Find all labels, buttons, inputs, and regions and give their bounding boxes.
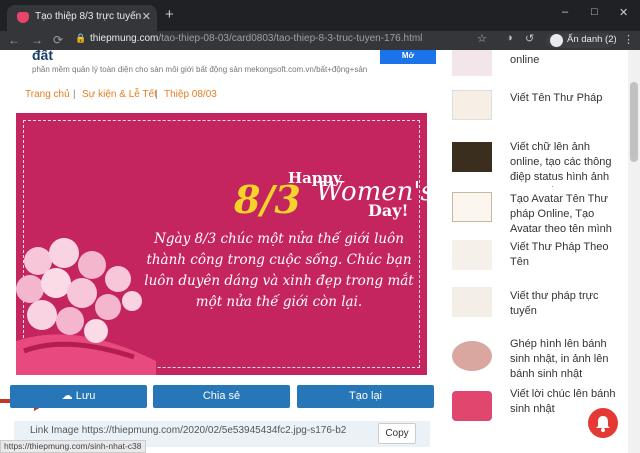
close-window-button[interactable]: ✕	[619, 6, 628, 19]
lock-icon: 🔒	[75, 33, 87, 43]
sidebar-item-label: Viết Thư Pháp Theo Tên	[510, 241, 609, 268]
sidebar-thumb	[452, 341, 492, 371]
history-icon[interactable]: ↺	[525, 32, 534, 45]
browser-tab[interactable]: Tạo thiệp 8/3 trực tuyến ✕	[7, 5, 157, 31]
sidebar-thumb	[452, 90, 492, 120]
tab-close-icon[interactable]: ✕	[142, 10, 151, 23]
cloud-download-icon: ☁	[61, 390, 73, 402]
card-day-text: Day!	[368, 201, 409, 220]
new-tab-button[interactable]: +	[165, 7, 174, 22]
sidebar-thumb	[452, 192, 492, 222]
sidebar-item-label: online	[510, 54, 540, 66]
browser-titlebar: Tạo thiệp 8/3 trực tuyến ✕ + – □ ✕	[0, 0, 640, 31]
image-link-text: Link Image https://thiepmung.com/2020/02…	[30, 425, 347, 436]
share-button-label: Chia sẻ	[202, 390, 241, 402]
incognito-icon	[550, 34, 563, 47]
sidebar-item-label: Viết chữ lên ảnh online, tạo các thông đ…	[510, 141, 612, 187]
notification-bell-button[interactable]	[588, 408, 618, 438]
ad-open-button[interactable]: Mở	[380, 50, 436, 64]
profile-label: Ẩn danh (2)	[567, 34, 617, 45]
save-button-label: Lưu	[75, 390, 96, 402]
maximize-button[interactable]: □	[591, 6, 598, 18]
incognito-profile-button[interactable]: Ẩn danh (2)	[546, 33, 617, 48]
forward-icon[interactable]: →	[31, 31, 43, 49]
greeting-card-image: Happy Women's Day! 8/3 Ngày 8/3 chúc một…	[16, 113, 534, 453]
sidebar-item-label: Tạo Avatar Tên Thư pháp Online, Tạo Avat…	[510, 193, 612, 235]
card-date-text: 8/3	[234, 177, 301, 222]
breadcrumb-current[interactable]: Thiệp 08/03	[164, 89, 217, 100]
copy-button[interactable]: Copy	[378, 423, 416, 444]
back-icon[interactable]: ←	[8, 31, 20, 49]
recreate-button-label: Tạo lại	[348, 390, 383, 402]
bell-icon	[596, 416, 610, 432]
status-bar-url: https://thiepmung.com/sinh-nhat-c38	[0, 440, 146, 453]
recreate-button[interactable]: Tạo lại	[297, 385, 434, 408]
sidebar-thumb	[452, 142, 492, 172]
url-host: thiepmung.com	[90, 33, 159, 44]
breadcrumb-home[interactable]: Trang chủ	[25, 89, 70, 100]
ad-subtext: phần mềm quản lý toàn diện cho sàn môi g…	[32, 65, 368, 74]
ad-headline: đất	[32, 50, 53, 63]
menu-kebab-icon[interactable]: ⋮	[623, 33, 634, 46]
page-content: đất phần mềm quản lý toàn diện cho sàn m…	[0, 50, 640, 453]
url-path: /tao-thiep-08-03/card0803/tao-thiep-8-3-…	[158, 33, 423, 44]
share-button[interactable]: Chia sẻ	[153, 385, 290, 408]
sidebar-thumb	[452, 50, 492, 76]
ad-banner[interactable]: đất phần mềm quản lý toàn diện cho sàn m…	[30, 50, 436, 83]
breadcrumb-events[interactable]: Sự kiện & Lễ Tết	[82, 89, 157, 100]
sidebar-item-label: Viết Tên Thư Pháp	[510, 92, 603, 104]
heart-favicon-icon	[17, 12, 29, 23]
sidebar-thumb	[452, 391, 492, 421]
address-bar[interactable]: thiepmung.com/tao-thiep-08-03/card0803/t…	[90, 33, 422, 44]
sidebar-item-label: Viết thư pháp trực tuyến	[510, 290, 599, 317]
breadcrumb-separator: |	[155, 89, 158, 100]
bookmark-star-icon[interactable]: ☆	[477, 32, 487, 45]
minimize-button[interactable]: –	[562, 6, 568, 18]
browser-toolbar: ← → ⟳ 🔒 thiepmung.com/tao-thiep-08-03/ca…	[0, 31, 640, 50]
roses-bouquet-icon	[16, 238, 156, 375]
extension-icon[interactable]: ◑	[506, 32, 513, 44]
save-button[interactable]: ☁ Lưu	[10, 385, 147, 408]
breadcrumb-separator: |	[73, 89, 76, 100]
tab-title: Tạo thiệp 8/3 trực tuyến	[35, 11, 142, 22]
page-scrollbar[interactable]	[628, 50, 640, 453]
scrollbar-thumb[interactable]	[630, 82, 638, 162]
card-message: Ngày 8/3 chúc một nửa thế giới luôn thàn…	[144, 231, 414, 310]
sidebar-item-label: Ghép hình lên bánh sinh nhật, in ảnh lên…	[510, 338, 609, 380]
sidebar-thumb	[452, 240, 492, 270]
sidebar-thumb	[452, 287, 492, 317]
reload-icon[interactable]: ⟳	[53, 31, 63, 49]
